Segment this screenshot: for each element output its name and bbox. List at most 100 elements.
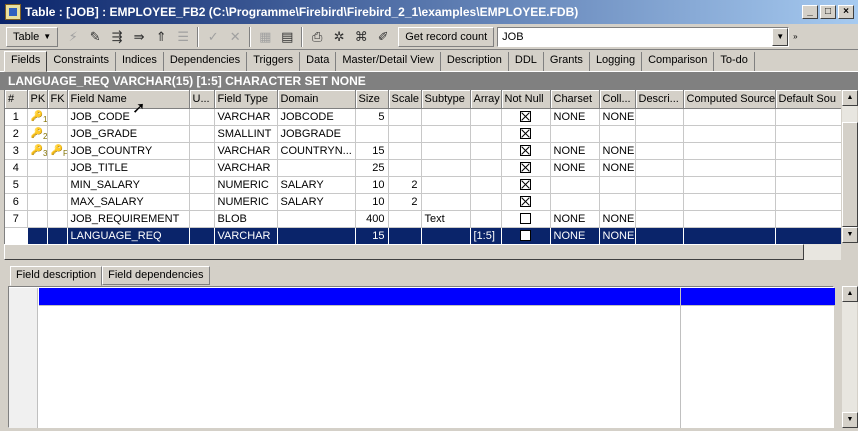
computed-source-cell[interactable] <box>683 108 776 126</box>
collation-cell[interactable]: NONE <box>599 108 636 126</box>
computed-source-cell[interactable] <box>683 210 776 228</box>
scale-cell[interactable] <box>388 227 422 244</box>
tab-comparison[interactable]: Comparison <box>642 52 715 71</box>
scale-cell[interactable] <box>388 210 422 228</box>
column-header[interactable]: Subtype <box>421 90 471 109</box>
charset-cell[interactable]: NONE <box>550 227 600 244</box>
description-cell[interactable] <box>635 159 684 177</box>
description-cell[interactable] <box>635 176 684 194</box>
default-source-cell[interactable] <box>775 227 841 244</box>
column-header[interactable]: Field Name <box>67 90 190 109</box>
field-type-cell[interactable]: BLOB <box>214 210 278 228</box>
scroll-up-icon[interactable]: ▲ <box>842 286 858 302</box>
maximize-button[interactable]: □ <box>820 5 836 19</box>
field-name-cell[interactable]: MIN_SALARY <box>67 176 190 194</box>
collation-cell[interactable]: NONE <box>599 159 636 177</box>
collation-cell[interactable] <box>599 176 636 194</box>
scale-cell[interactable] <box>388 159 422 177</box>
field-name-cell[interactable]: JOB_TITLE <box>67 159 190 177</box>
edit-icon[interactable]: ✐ <box>372 26 394 48</box>
not-null-checkbox[interactable] <box>520 179 531 191</box>
field-type-cell[interactable]: VARCHAR <box>214 227 278 244</box>
table-menu-button[interactable]: Table ▼ <box>6 26 59 47</box>
tab-ddl[interactable]: DDL <box>509 52 544 71</box>
table-select[interactable]: JOB ▼ <box>497 26 790 47</box>
array-cell[interactable] <box>470 210 502 228</box>
tab-indices[interactable]: Indices <box>116 52 164 71</box>
scale-cell[interactable] <box>388 125 422 143</box>
table-row[interactable]: 8 LANGUAGE_REQ VARCHAR 15 [1:5] NONE NONE <box>5 227 841 244</box>
field-name-cell[interactable]: LANGUAGE_REQ <box>67 227 190 244</box>
grid-vertical-scrollbar[interactable]: ▲ ▼ <box>841 90 858 243</box>
not-null-cell[interactable] <box>501 176 551 194</box>
tab-description[interactable]: Description <box>441 52 509 71</box>
not-null-cell[interactable] <box>501 142 551 160</box>
computed-source-cell[interactable] <box>683 159 776 177</box>
computed-source-cell[interactable] <box>683 227 776 244</box>
charset-cell[interactable]: NONE <box>550 159 600 177</box>
domain-cell[interactable] <box>277 210 356 228</box>
not-null-cell[interactable] <box>501 210 551 228</box>
u-cell[interactable] <box>189 159 215 177</box>
tab-data[interactable]: Data <box>300 52 337 71</box>
editor-vertical-scrollbar[interactable]: ▲ ▼ <box>841 286 858 428</box>
not-null-checkbox[interactable] <box>520 162 531 174</box>
fk-cell[interactable] <box>47 159 68 177</box>
size-cell[interactable] <box>355 125 389 143</box>
u-cell[interactable] <box>189 176 215 194</box>
description-cell[interactable] <box>635 125 684 143</box>
subtype-cell[interactable]: Text <box>421 210 471 228</box>
charset-cell[interactable] <box>550 125 600 143</box>
column-header[interactable]: Charset <box>550 90 600 109</box>
not-null-checkbox[interactable] <box>520 128 531 140</box>
table-icon[interactable]: ▤ <box>276 26 298 48</box>
collation-cell[interactable] <box>599 193 636 211</box>
subtype-cell[interactable] <box>421 108 471 126</box>
move-field-icon[interactable]: ⇑ <box>150 26 172 48</box>
subtype-cell[interactable] <box>421 142 471 160</box>
column-header[interactable]: Field Type <box>214 90 278 109</box>
not-null-cell[interactable] <box>501 125 551 143</box>
pk-cell[interactable]: 🔑1 <box>27 108 48 126</box>
charset-cell[interactable]: NONE <box>550 142 600 160</box>
array-cell[interactable] <box>470 193 502 211</box>
scale-cell[interactable]: 2 <box>388 176 422 194</box>
not-null-checkbox[interactable] <box>520 196 531 208</box>
not-null-cell[interactable] <box>501 159 551 177</box>
row-number[interactable]: 3 <box>5 142 28 160</box>
tab-master-detail-view[interactable]: Master/Detail View <box>336 52 441 71</box>
computed-source-cell[interactable] <box>683 176 776 194</box>
collation-cell[interactable]: NONE <box>599 142 636 160</box>
subtype-cell[interactable] <box>421 176 471 194</box>
subtype-cell[interactable] <box>421 159 471 177</box>
u-cell[interactable] <box>189 125 215 143</box>
pk-cell[interactable]: 🔑2 <box>27 125 48 143</box>
not-null-cell[interactable] <box>501 108 551 126</box>
tab-grants[interactable]: Grants <box>544 52 590 71</box>
u-cell[interactable] <box>189 108 215 126</box>
default-source-cell[interactable] <box>775 210 841 228</box>
computed-source-cell[interactable] <box>683 142 776 160</box>
collation-cell[interactable]: NONE <box>599 210 636 228</box>
column-header[interactable]: Default Sou <box>775 90 841 109</box>
table-row[interactable]: 4 JOB_TITLE VARCHAR 25 NONE NONE <box>5 159 841 177</box>
pk-cell[interactable]: 🔑3 <box>27 142 48 160</box>
scroll-track[interactable] <box>842 106 858 227</box>
fk-cell[interactable] <box>47 176 68 194</box>
charset-cell[interactable] <box>550 193 600 211</box>
domain-cell[interactable]: JOBGRADE <box>277 125 356 143</box>
fields-grid[interactable]: # PK FK Field Name U... Field Type Domai… <box>4 90 841 244</box>
field-name-cell[interactable]: JOB_REQUIREMENT <box>67 210 190 228</box>
row-number[interactable]: 1 <box>5 108 28 126</box>
column-header[interactable]: Computed Source <box>683 90 776 109</box>
column-header[interactable]: PK <box>27 90 48 109</box>
scale-cell[interactable] <box>388 142 422 160</box>
column-header[interactable]: U... <box>189 90 215 109</box>
default-source-cell[interactable] <box>775 193 841 211</box>
table-row[interactable]: 2 🔑2 JOB_GRADE SMALLINT JOBGRADE <box>5 125 841 143</box>
print-icon[interactable]: ⎙ <box>306 26 328 48</box>
scroll-thumb[interactable] <box>842 122 858 227</box>
computed-source-cell[interactable] <box>683 193 776 211</box>
array-cell[interactable] <box>470 108 502 126</box>
column-header[interactable]: Size <box>355 90 389 109</box>
